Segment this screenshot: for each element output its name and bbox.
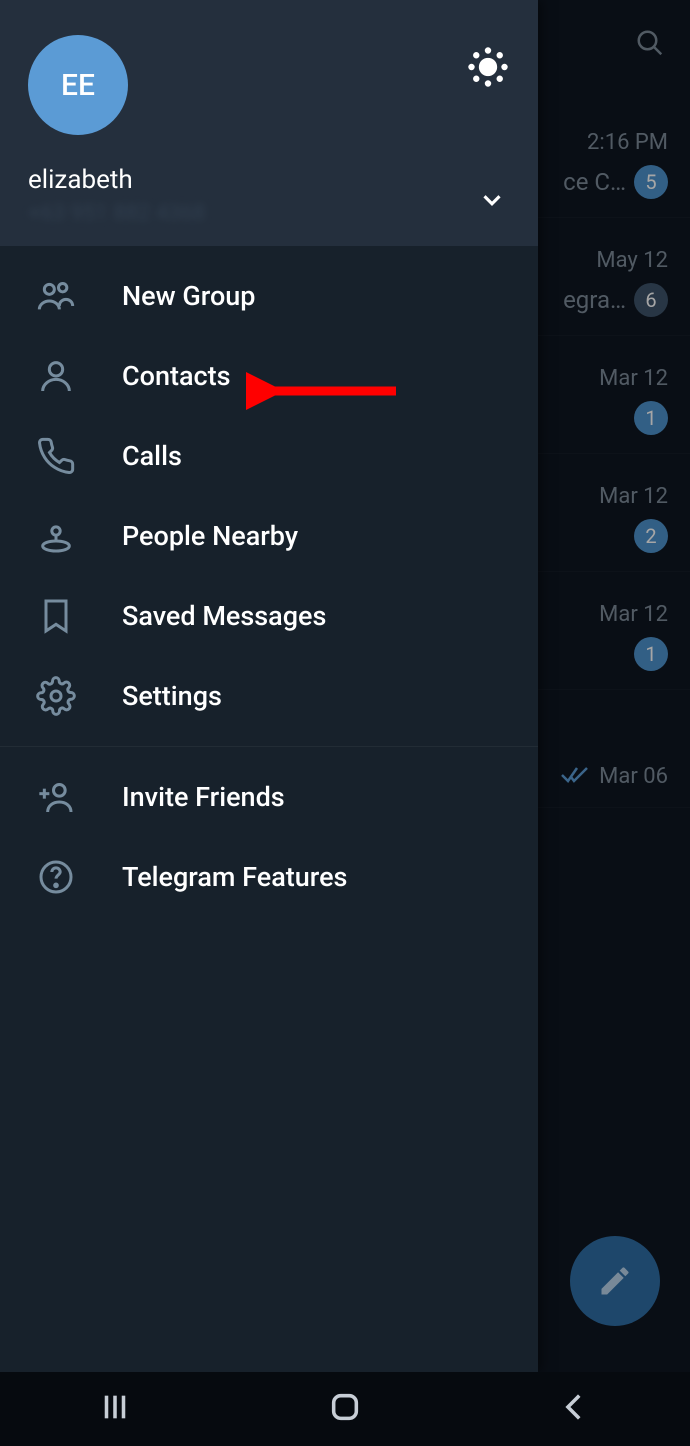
menu-item-invite-friends[interactable]: Invite Friends bbox=[0, 757, 538, 837]
phone-label: +63 951 882 4368 bbox=[28, 201, 510, 226]
menu-label: Contacts bbox=[122, 360, 231, 392]
people-nearby-icon bbox=[30, 510, 82, 562]
system-nav-bar bbox=[0, 1372, 690, 1446]
group-icon bbox=[30, 270, 82, 322]
menu-label: Invite Friends bbox=[122, 781, 285, 813]
menu-item-contacts[interactable]: Contacts bbox=[0, 336, 538, 416]
calls-icon bbox=[30, 430, 82, 482]
menu-label: Telegram Features bbox=[122, 861, 347, 893]
help-icon bbox=[30, 851, 82, 903]
drawer-menu: New Group Contacts Calls People Nearby S… bbox=[0, 246, 538, 1372]
theme-toggle-button[interactable] bbox=[466, 45, 510, 89]
menu-label: Saved Messages bbox=[122, 600, 326, 632]
menu-label: Calls bbox=[122, 440, 182, 472]
menu-item-settings[interactable]: Settings bbox=[0, 656, 538, 736]
menu-item-saved-messages[interactable]: Saved Messages bbox=[0, 576, 538, 656]
nav-back-button[interactable] bbox=[558, 1390, 592, 1428]
chevron-down-icon bbox=[477, 185, 507, 215]
menu-section-1: New Group Contacts Calls People Nearby S… bbox=[0, 246, 538, 747]
sun-icon bbox=[466, 45, 510, 89]
menu-item-new-group[interactable]: New Group bbox=[0, 256, 538, 336]
menu-item-people-nearby[interactable]: People Nearby bbox=[0, 496, 538, 576]
navigation-drawer: EE elizabeth +63 951 882 4368 New Group bbox=[0, 0, 538, 1372]
recents-icon bbox=[98, 1390, 132, 1424]
account-expand-button[interactable] bbox=[474, 182, 510, 218]
menu-item-telegram-features[interactable]: Telegram Features bbox=[0, 837, 538, 917]
menu-label: People Nearby bbox=[122, 520, 298, 552]
drawer-header: EE elizabeth +63 951 882 4368 bbox=[0, 0, 538, 246]
menu-section-2: Invite Friends Telegram Features bbox=[0, 747, 538, 927]
contacts-icon bbox=[30, 350, 82, 402]
invite-friends-icon bbox=[30, 771, 82, 823]
avatar[interactable]: EE bbox=[28, 35, 128, 135]
menu-label: Settings bbox=[122, 680, 222, 712]
username-label: elizabeth bbox=[28, 165, 510, 195]
home-icon bbox=[328, 1390, 362, 1424]
menu-label: New Group bbox=[122, 280, 255, 312]
menu-item-calls[interactable]: Calls bbox=[0, 416, 538, 496]
nav-recents-button[interactable] bbox=[98, 1390, 132, 1428]
avatar-initials: EE bbox=[61, 68, 95, 103]
saved-messages-icon bbox=[30, 590, 82, 642]
nav-home-button[interactable] bbox=[328, 1390, 362, 1428]
settings-icon bbox=[30, 670, 82, 722]
back-icon bbox=[558, 1390, 592, 1424]
